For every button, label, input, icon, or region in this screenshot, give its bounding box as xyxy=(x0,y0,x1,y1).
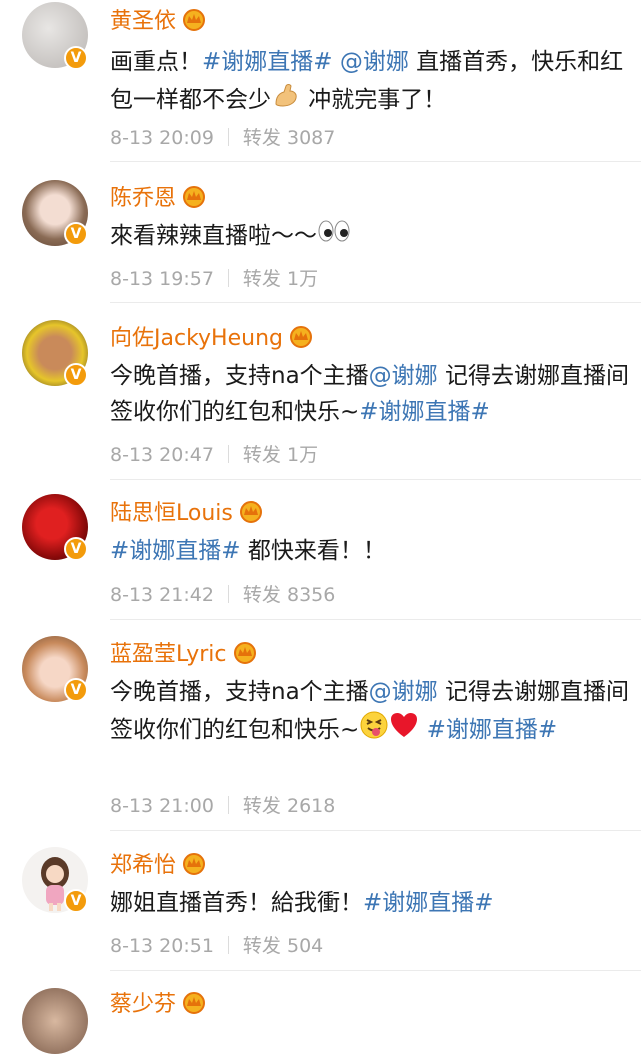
divider xyxy=(110,970,641,971)
post-text: 來看辣辣直播啦～～ xyxy=(110,223,317,249)
post-date: 8-13 19:57 xyxy=(110,268,214,290)
muscle-emoji xyxy=(271,80,301,121)
hashtag-link[interactable]: #谢娜直播# xyxy=(110,538,241,564)
post-date: 8-13 21:42 xyxy=(110,584,214,606)
post-text: 娜姐直播首秀！給我衝！ xyxy=(110,890,363,916)
crown-icon xyxy=(183,186,206,208)
crown-icon xyxy=(239,501,262,523)
divider xyxy=(110,302,641,303)
username-text: 黄圣依 xyxy=(110,9,177,34)
meta-divider xyxy=(227,128,229,146)
divider xyxy=(110,619,641,620)
username[interactable]: 陆思恒Louis xyxy=(110,495,265,527)
divider xyxy=(110,161,641,162)
verified-badge-icon: V xyxy=(64,889,88,913)
verified-badge-icon: V xyxy=(64,363,88,387)
post-text: 画重点！ xyxy=(110,49,202,75)
repost-label: 转发 xyxy=(242,444,281,466)
username-text: 蔡少芬 xyxy=(110,992,177,1017)
post-content: 娜姐直播首秀！給我衝！#谢娜直播# xyxy=(110,885,630,921)
repost-label: 转发 xyxy=(242,584,281,606)
post-meta: 8-13 20:09 转发 3087 xyxy=(110,123,335,150)
repost-button[interactable]: 转发 3087 xyxy=(243,127,335,149)
post-content: 今晚首播，支持na个主播@谢娜 记得去谢娜直播间签收你们的红包和快乐~#谢娜直播… xyxy=(110,358,630,430)
repost-label: 转发 xyxy=(242,268,281,290)
meta-divider xyxy=(227,585,229,603)
post-text: 今晚首播，支持na个主播 xyxy=(110,363,369,389)
repost-button[interactable]: 转发 2618 xyxy=(243,795,335,817)
heart-emoji xyxy=(389,711,419,750)
repost-button[interactable]: 转发 1万 xyxy=(243,268,318,290)
hashtag-link[interactable]: #谢娜直播# xyxy=(427,717,558,743)
post-content: 今晚首播，支持na个主播@谢娜 记得去谢娜直播间签收你们的红包和快乐~ #谢娜直… xyxy=(110,674,630,751)
repost-label: 转发 xyxy=(242,795,281,817)
meta-divider xyxy=(227,269,229,287)
post-date: 8-13 21:00 xyxy=(110,795,214,817)
repost-count: 1万 xyxy=(286,444,319,466)
verified-badge-icon: V xyxy=(64,537,88,561)
repost-count: 3087 xyxy=(286,127,336,149)
repost-count: 2618 xyxy=(286,795,336,817)
hashtag-link[interactable]: #谢娜直播# xyxy=(359,399,490,425)
username-text: 郑希怡 xyxy=(110,853,177,878)
repost-label: 转发 xyxy=(242,935,281,957)
verified-badge-icon: V xyxy=(64,678,88,702)
username[interactable]: 向佐JackyHeung xyxy=(110,320,315,352)
username[interactable]: 蔡少芬 xyxy=(110,986,208,1018)
meta-divider xyxy=(227,796,229,814)
mention-link[interactable]: @谢娜 xyxy=(369,679,438,705)
username[interactable]: 蓝盈莹Lyric xyxy=(110,636,259,668)
post-content: 來看辣辣直播啦～～ xyxy=(110,218,630,255)
repost-button[interactable]: 转发 8356 xyxy=(243,584,335,606)
username-text: 蓝盈莹Lyric xyxy=(110,642,227,667)
divider xyxy=(110,830,641,831)
repost-count: 8356 xyxy=(286,584,336,606)
avatar[interactable] xyxy=(22,988,88,1054)
post-content: #谢娜直播# 都快来看！！ xyxy=(110,533,630,569)
crown-icon xyxy=(183,992,206,1014)
post-meta: 8-13 19:57 转发 1万 xyxy=(110,264,318,291)
username[interactable]: 陈乔恩 xyxy=(110,180,208,212)
username[interactable]: 黄圣依 xyxy=(110,3,208,35)
crown-icon xyxy=(289,326,312,348)
crown-icon xyxy=(183,9,206,31)
meta-divider xyxy=(227,936,229,954)
post-date: 8-13 20:47 xyxy=(110,444,214,466)
mention-link[interactable]: @谢娜 xyxy=(369,363,438,389)
post-meta: 8-13 21:00 转发 2618 xyxy=(110,791,335,818)
hashtag-link[interactable]: #谢娜直播# xyxy=(363,890,494,916)
crown-icon xyxy=(233,642,256,664)
repost-count: 1万 xyxy=(286,268,319,290)
username[interactable]: 郑希怡 xyxy=(110,847,208,879)
mention-link[interactable]: @谢娜 xyxy=(340,49,409,75)
username-text: 陈乔恩 xyxy=(110,186,177,211)
verified-badge-icon: V xyxy=(64,222,88,246)
post-date: 8-13 20:09 xyxy=(110,127,214,149)
post-text: 今晚首播，支持na个主播 xyxy=(110,679,369,705)
post-date: 8-13 20:51 xyxy=(110,935,214,957)
post-meta: 8-13 20:51 转发 504 xyxy=(110,931,323,958)
username-text: 陆思恒Louis xyxy=(110,501,233,526)
tongue-emoji xyxy=(359,710,389,751)
divider xyxy=(110,479,641,480)
username-text: 向佐JackyHeung xyxy=(110,326,283,351)
post-meta: 8-13 20:47 转发 1万 xyxy=(110,440,318,467)
verified-badge-icon: V xyxy=(64,46,88,70)
post-text: 都快来看！！ xyxy=(240,538,386,564)
hashtag-link[interactable]: #谢娜直播# xyxy=(202,49,333,75)
meta-divider xyxy=(227,445,229,463)
post-text xyxy=(333,49,340,75)
repost-button[interactable]: 转发 504 xyxy=(243,935,323,957)
repost-count: 504 xyxy=(286,935,324,957)
repost-button[interactable]: 转发 1万 xyxy=(243,444,318,466)
post-text: 冲就完事了！ xyxy=(301,87,447,113)
eyes-emoji xyxy=(317,218,351,255)
post-content: 画重点！#谢娜直播# @谢娜 直播首秀，快乐和红包一样都不会少 冲就完事了！ xyxy=(110,44,630,121)
repost-label: 转发 xyxy=(242,127,281,149)
post-text xyxy=(419,717,426,743)
crown-icon xyxy=(183,853,206,875)
post-meta: 8-13 21:42 转发 8356 xyxy=(110,580,335,607)
